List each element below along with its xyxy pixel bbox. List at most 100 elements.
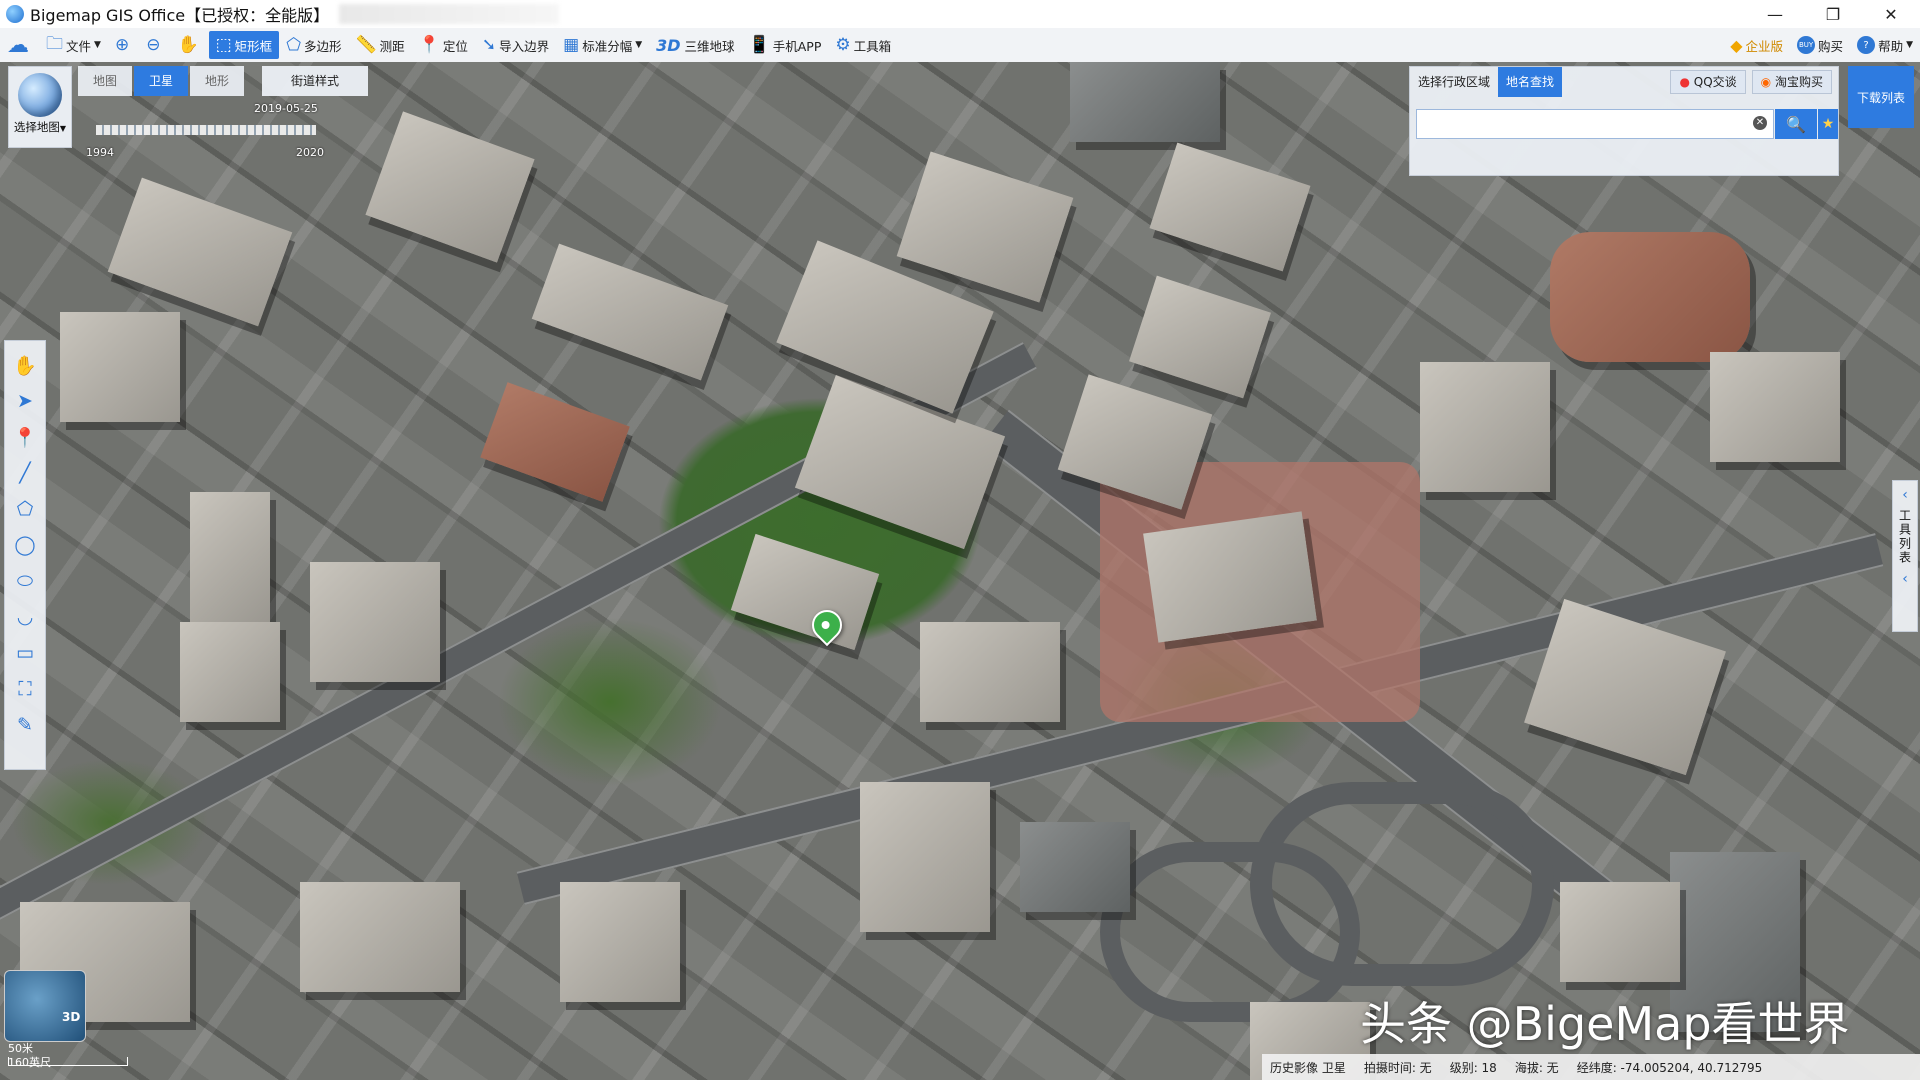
mobile-app-button[interactable]: 📱 手机APP xyxy=(742,31,829,59)
app-logo-icon xyxy=(6,5,24,23)
history-timeline-slider[interactable] xyxy=(96,125,316,135)
qq-icon: ● xyxy=(1679,75,1690,89)
ruler-icon: 📏 xyxy=(355,35,377,55)
polygon-draw-icon[interactable]: ⬠ xyxy=(9,491,41,527)
marker-icon[interactable]: 📍 xyxy=(9,419,41,455)
status-history-layer: 历史影像 卫星 xyxy=(1270,1060,1346,1075)
select-map-label: 选择地图▼ xyxy=(13,120,67,134)
scale-bar: 50米 160英尺 xyxy=(8,1040,128,1070)
tab-select-region[interactable]: 选择行政区域 xyxy=(1410,67,1498,97)
circle-icon[interactable]: ◯ xyxy=(9,527,41,563)
map-building xyxy=(190,492,270,622)
close-button[interactable]: ✕ xyxy=(1862,0,1920,28)
chevron-left-icon[interactable]: ‹ xyxy=(1902,571,1908,587)
ellipse-icon[interactable]: ⬭ xyxy=(9,563,41,599)
map-building xyxy=(1020,822,1130,912)
line-icon[interactable]: ╱ xyxy=(9,455,41,491)
map-building xyxy=(180,622,280,722)
map-building xyxy=(896,151,1074,303)
tab-satellite[interactable]: 卫星 xyxy=(134,66,188,96)
chevron-down-icon: ▼ xyxy=(94,40,101,50)
map-building xyxy=(60,312,180,422)
help-icon: ? xyxy=(1857,36,1876,54)
map-building xyxy=(1420,362,1550,492)
status-zoom-level: 级别: 18 xyxy=(1449,1060,1497,1075)
pointer-icon[interactable]: ➤ xyxy=(9,383,41,419)
star-icon: ★ xyxy=(1821,116,1835,132)
zoom-out-button[interactable]: ⊖ xyxy=(139,31,170,59)
buy-button[interactable]: BUY 购买 xyxy=(1790,31,1850,59)
minimize-button[interactable]: — xyxy=(1746,0,1804,28)
restore-button[interactable]: ❐ xyxy=(1804,0,1862,28)
tab-place-search[interactable]: 地名查找 xyxy=(1498,67,1563,97)
main-toolbar: ☁ 🗀 文件 ▼ ⊕ ⊖ ✋ ⬚ 矩形框 ⬠ 多边形 📏 测距 📍 定位 ➘ 导… xyxy=(0,28,1920,63)
status-coordinates: 经纬度: -74.005204, 40.712795 xyxy=(1576,1060,1763,1075)
timeline-end-year: 2020 xyxy=(296,146,324,159)
hand-pan-icon: ✋ xyxy=(177,35,199,55)
map-building xyxy=(1550,232,1750,362)
chevron-left-icon[interactable]: ‹ xyxy=(1902,487,1908,503)
map-building xyxy=(1560,882,1680,982)
map-road xyxy=(1100,842,1360,1022)
tool-list-panel[interactable]: ‹ 工具列表 ‹ xyxy=(1892,480,1918,632)
search-tabs: 选择行政区域 地名查找 ● QQ交谈 ◉ 淘宝购买 xyxy=(1410,67,1838,97)
diamond-icon: ◆ xyxy=(1730,35,1743,55)
toolbar-file-button[interactable]: 🗀 文件 ▼ xyxy=(39,31,108,59)
map-type-tabs: 地图 卫星 地形 xyxy=(78,66,246,96)
zoom-out-icon: ⊖ xyxy=(146,35,161,55)
map-building xyxy=(1149,142,1311,272)
help-button[interactable]: ? 帮助 ▼ xyxy=(1850,31,1920,59)
curve-icon[interactable]: ◡ xyxy=(9,599,41,635)
map-building xyxy=(1129,275,1271,399)
place-search-input[interactable]: ✕ xyxy=(1416,109,1774,139)
tab-map[interactable]: 地图 xyxy=(78,66,132,96)
cloud-logo-icon: ☁ xyxy=(7,32,29,58)
map-building xyxy=(531,243,729,381)
tab-terrain[interactable]: 地形 xyxy=(190,66,244,96)
timeline-start-year: 1994 xyxy=(86,146,114,159)
gear-icon: ⚙ xyxy=(835,35,851,55)
select-map-button[interactable]: 选择地图▼ xyxy=(8,66,72,148)
menu-logo-button[interactable]: ☁ xyxy=(0,31,39,59)
polygon-button[interactable]: ⬠ 多边形 xyxy=(279,31,348,59)
import-boundary-button[interactable]: ➘ 导入边界 xyxy=(475,31,556,59)
measure-area-icon[interactable]: ⛶ xyxy=(9,671,41,707)
map-building xyxy=(480,382,630,502)
rectangle-icon[interactable]: ▭ xyxy=(9,635,41,671)
3d-globe-button[interactable]: 3D 三维地球 xyxy=(649,31,741,59)
taobao-buy-button[interactable]: ◉ 淘宝购买 xyxy=(1751,70,1832,94)
rectangle-select-button[interactable]: ⬚ 矩形框 xyxy=(208,31,280,59)
street-style-button[interactable]: 街道样式 xyxy=(262,66,368,96)
toolbox-button[interactable]: ⚙ 工具箱 xyxy=(828,31,898,59)
standard-sheet-button[interactable]: ▦ 标准分幅 ▼ xyxy=(556,31,649,59)
blurred-title-area xyxy=(339,4,560,24)
measure-distance-button[interactable]: 📏 测距 xyxy=(348,31,411,59)
search-button[interactable]: 🔍 xyxy=(1775,109,1817,139)
taobao-icon: ◉ xyxy=(1760,75,1772,89)
clear-icon[interactable]: ✕ xyxy=(1753,116,1767,130)
watermark-text: 头条 @BigeMap看世界 xyxy=(1360,997,1850,1051)
chevron-down-icon: ▼ xyxy=(59,124,67,133)
minimap-3d-badge[interactable]: 3D xyxy=(62,1010,80,1024)
satellite-map-view[interactable] xyxy=(0,62,1920,1080)
map-building xyxy=(1143,511,1317,643)
folder-icon: 🗀 xyxy=(46,33,63,54)
edit-shape-icon[interactable]: ✎ xyxy=(9,707,41,743)
scale-feet: 160英尺 xyxy=(8,1056,51,1069)
phone-icon: 📱 xyxy=(748,35,770,55)
pan-button[interactable]: ✋ xyxy=(170,31,208,59)
hand-icon[interactable]: ✋ xyxy=(9,347,41,383)
locate-button[interactable]: 📍 定位 xyxy=(412,31,475,59)
rectangle-select-icon: ⬚ xyxy=(215,35,232,55)
timeline-current-date: 2019-05-25 xyxy=(254,102,318,115)
zoom-in-button[interactable]: ⊕ xyxy=(108,31,139,59)
chevron-down-icon: ▼ xyxy=(1906,40,1913,50)
download-list-button[interactable]: 下载列表 xyxy=(1848,66,1914,128)
import-boundary-icon: ➘ xyxy=(481,35,497,55)
map-building xyxy=(920,622,1060,722)
overview-minimap[interactable] xyxy=(4,970,86,1042)
favorite-button[interactable]: ★ xyxy=(1818,109,1838,139)
qq-chat-button[interactable]: ● QQ交谈 xyxy=(1670,70,1746,94)
enterprise-edition-link[interactable]: ◆ 企业版 xyxy=(1723,31,1790,59)
location-pin-icon: 📍 xyxy=(418,35,440,55)
